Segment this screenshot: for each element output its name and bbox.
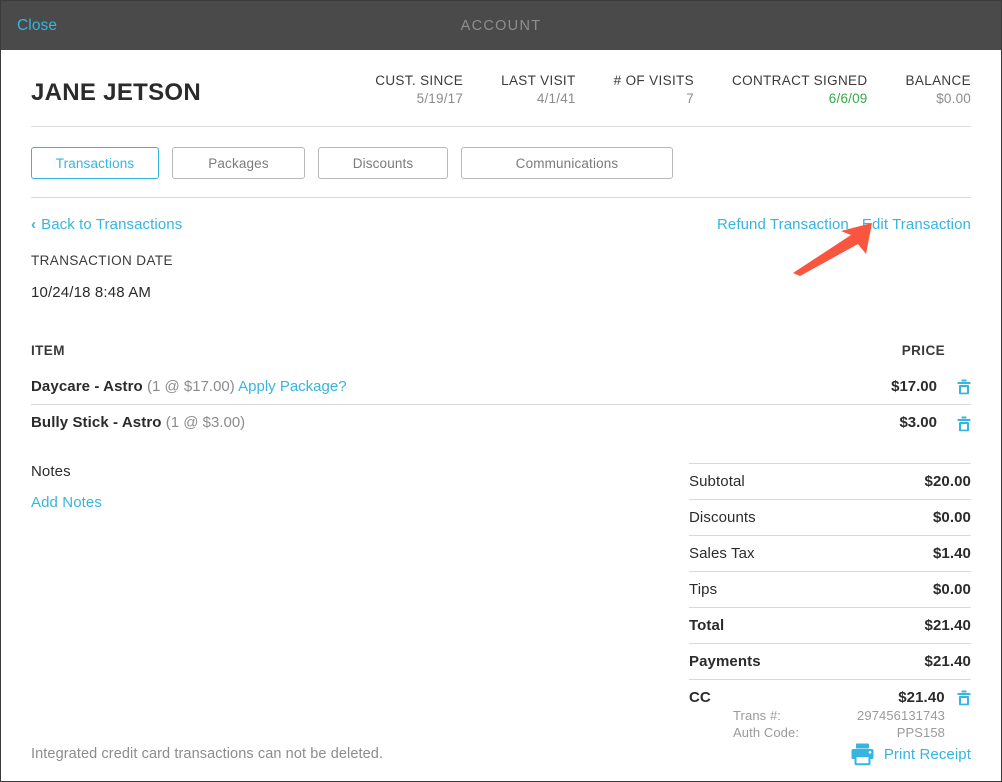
trash-icon[interactable]: [957, 379, 971, 395]
print-receipt-label: Print Receipt: [883, 745, 971, 763]
totals-label: Total: [689, 606, 828, 643]
totals-label: Discounts: [689, 498, 828, 535]
totals-label: Sales Tax: [689, 534, 828, 571]
stat-value: 5/19/17: [416, 91, 464, 107]
transaction-links: Refund Transaction Edit Transaction: [717, 216, 971, 233]
item-name: Bully Stick - Astro: [31, 414, 162, 432]
stat-label: CONTRACT SIGNED: [732, 73, 868, 88]
delete-item-cell: [945, 404, 971, 441]
totals-row-payments: Payments $21.40: [689, 642, 971, 679]
stat-value: 6/6/09: [828, 91, 868, 107]
tab-discounts[interactable]: Discounts: [318, 147, 448, 180]
customer-stats: CUST. SINCE 5/19/17 LAST VISIT 4/1/41 # …: [337, 72, 971, 108]
item-name: Daycare - Astro: [31, 378, 143, 396]
table-row: Bully Stick - Astro (1 @ $3.00) $3.00: [31, 404, 971, 441]
trash-icon[interactable]: [957, 416, 971, 432]
stat-cust-since: CUST. SINCE 5/19/17: [375, 72, 463, 108]
totals-label: Subtotal: [689, 462, 828, 499]
edit-transaction-link[interactable]: Edit Transaction: [862, 216, 971, 233]
notes-section: Notes Add Notes: [31, 463, 689, 740]
payment-row: CC $21.40: [689, 678, 971, 706]
stat-number-of-visits: # OF VISITS 7: [614, 72, 694, 108]
payment-trans-row: Trans #: 297456131743: [689, 706, 971, 723]
modal-body: JANE JETSON CUST. SINCE 5/19/17 LAST VIS…: [1, 50, 1001, 781]
stat-label: BALANCE: [905, 73, 971, 88]
trash-icon[interactable]: [957, 690, 971, 706]
modal-footer: Integrated credit card transactions can …: [31, 742, 971, 766]
payment-amount-cell: $21.40: [827, 678, 971, 706]
totals-section: Subtotal $20.00 Discounts $0.00 Sales Ta…: [689, 462, 971, 740]
notes-title: Notes: [31, 462, 71, 480]
totals-row-sales-tax: Sales Tax $1.40: [689, 534, 971, 571]
item-cell: Daycare - Astro (1 @ $17.00) Apply Packa…: [31, 369, 812, 405]
items-table: ITEM PRICE Daycare - Astro (1 @ $17.00) …: [31, 343, 971, 441]
account-modal: Close ACCOUNT JANE JETSON CUST. SINCE 5/…: [0, 0, 1002, 782]
close-button[interactable]: Close: [17, 17, 57, 35]
item-quantity: (1 @ $17.00): [147, 378, 235, 396]
totals-amount: $0.00: [827, 570, 971, 607]
stat-label: LAST VISIT: [501, 73, 576, 88]
customer-name: JANE JETSON: [31, 79, 202, 107]
stat-label: # OF VISITS: [613, 73, 694, 88]
printer-icon: [850, 742, 875, 766]
print-receipt-button[interactable]: Print Receipt: [850, 742, 971, 766]
column-header-price: PRICE: [901, 343, 945, 359]
back-to-transactions-label: Back to Transactions: [41, 216, 183, 234]
stat-value: 4/1/41: [536, 91, 576, 107]
stat-label: CUST. SINCE: [375, 73, 464, 88]
transaction-action-row: ‹ Back to Transactions Refund Transactio…: [31, 198, 971, 233]
totals-label: Payments: [689, 642, 828, 679]
column-header-item: ITEM: [31, 343, 65, 359]
add-notes-link[interactable]: Add Notes: [31, 494, 689, 511]
delete-item-cell: [945, 369, 971, 405]
column-header-actions: [945, 343, 971, 369]
payment-auth-value: PPS158: [896, 724, 945, 740]
stat-balance: BALANCE $0.00: [906, 72, 971, 108]
transaction-date-label: TRANSACTION DATE: [31, 253, 173, 269]
tab-packages[interactable]: Packages: [172, 147, 305, 180]
totals-row-tips: Tips $0.00: [689, 570, 971, 607]
transaction-date-value: 10/24/18 8:48 AM: [31, 284, 151, 302]
totals-label: Tips: [689, 570, 828, 607]
item-cell: Bully Stick - Astro (1 @ $3.00): [31, 404, 812, 441]
item-price: $17.00: [891, 378, 937, 396]
apply-package-link[interactable]: Apply Package?: [238, 378, 346, 395]
back-to-transactions-link[interactable]: ‹ Back to Transactions: [31, 216, 182, 233]
chevron-left-icon: ‹: [31, 216, 37, 234]
payment-method: CC: [689, 678, 828, 706]
items-header-row: ITEM PRICE: [31, 343, 971, 369]
tab-transactions[interactable]: Transactions: [31, 147, 159, 180]
lower-section: Notes Add Notes Subtotal $20.00 Discount…: [31, 462, 971, 740]
totals-amount: $1.40: [827, 534, 971, 571]
totals-table: Subtotal $20.00 Discounts $0.00 Sales Ta…: [689, 462, 971, 740]
item-quantity: (1 @ $3.00): [165, 414, 246, 432]
item-price: $3.00: [811, 404, 945, 441]
stat-contract-signed: CONTRACT SIGNED 6/6/09: [732, 72, 868, 108]
totals-row-total: Total $21.40: [689, 606, 971, 643]
totals-amount: $21.40: [827, 606, 971, 643]
totals-amount: $20.00: [827, 462, 971, 499]
totals-amount: $0.00: [827, 498, 971, 535]
payment-trans-value: 297456131743: [857, 707, 945, 723]
modal-title: ACCOUNT: [460, 17, 542, 34]
totals-row-discounts: Discounts $0.00: [689, 498, 971, 535]
payment-amount: $21.40: [898, 688, 945, 706]
refund-transaction-link[interactable]: Refund Transaction: [717, 216, 849, 233]
payment-auth-label: Auth Code:: [733, 724, 800, 740]
customer-header: JANE JETSON CUST. SINCE 5/19/17 LAST VIS…: [31, 50, 971, 126]
stat-last-visit: LAST VISIT 4/1/41: [501, 72, 576, 108]
totals-row-subtotal: Subtotal $20.00: [689, 462, 971, 499]
payment-trans-label: Trans #:: [733, 707, 782, 723]
account-tabs: Transactions Packages Discounts Communic…: [31, 127, 971, 197]
totals-amount: $21.40: [827, 642, 971, 679]
stat-value: $0.00: [936, 91, 971, 107]
table-row: Daycare - Astro (1 @ $17.00) Apply Packa…: [31, 369, 971, 405]
footer-note: Integrated credit card transactions can …: [31, 746, 384, 762]
tab-communications[interactable]: Communications: [461, 147, 673, 180]
stat-value: 7: [686, 91, 694, 107]
payment-auth-row: Auth Code: PPS158: [689, 723, 971, 740]
modal-titlebar: Close ACCOUNT: [1, 1, 1001, 50]
